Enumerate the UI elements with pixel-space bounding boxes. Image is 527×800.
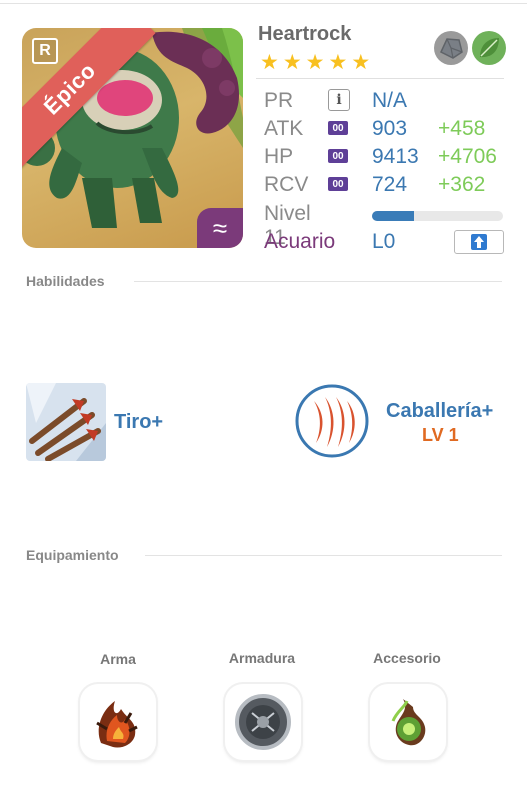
- arrow-up-icon: [471, 234, 487, 250]
- accessory-slot[interactable]: [370, 684, 446, 760]
- stat-value: N/A: [372, 89, 408, 112]
- hero-name: Heartrock: [258, 23, 352, 45]
- passive-skill-level: LV 1: [422, 425, 459, 445]
- active-skill-icon[interactable]: [26, 383, 106, 461]
- arrows-icon: [26, 383, 106, 461]
- armor-slot[interactable]: [225, 684, 301, 760]
- rank-badge-icon: R: [32, 38, 58, 64]
- passive-skill-icon[interactable]: [294, 383, 370, 459]
- weapon-slot[interactable]: [80, 684, 156, 760]
- stone-element-icon: [434, 31, 468, 65]
- zodiac-label: Acuario: [264, 230, 336, 253]
- stat-tag: 00: [328, 121, 348, 135]
- stat-value: 724: [372, 173, 408, 196]
- passive-skill-name[interactable]: Caballería+: [386, 400, 493, 423]
- stat-label: PR: [264, 89, 294, 112]
- stat-tag: 00: [328, 149, 348, 163]
- star-icon: ★: [260, 51, 279, 74]
- star-icon: ★: [351, 51, 371, 74]
- equip-label-armor: Armadura: [228, 650, 296, 666]
- zodiac-value: L0: [372, 230, 396, 253]
- equipment-section-title: Equipamiento: [26, 547, 119, 563]
- equip-label-accessory: Accesorio: [373, 650, 441, 666]
- skills-section-title: Habilidades: [26, 273, 105, 289]
- star-icon: ★: [305, 51, 325, 74]
- stat-value: 9413: [372, 145, 419, 168]
- stat-label: ATK: [264, 117, 304, 140]
- stat-bonus: +458: [438, 117, 486, 140]
- stat-bonus: +4706: [438, 145, 497, 168]
- header-divider: [256, 78, 504, 79]
- stat-label: HP: [264, 145, 294, 168]
- stat-value: 903: [372, 117, 408, 140]
- leaf-orb-icon: [391, 699, 426, 746]
- level-progress-bar: [372, 211, 503, 221]
- active-skill-name[interactable]: Tiro+: [114, 411, 163, 434]
- shield-icon: [235, 694, 291, 750]
- upgrade-button[interactable]: [454, 230, 504, 254]
- fire-claw-icon: [96, 701, 138, 748]
- hero-portrait[interactable]: Épico R ≈: [22, 28, 243, 248]
- stat-bonus: +362: [438, 173, 486, 196]
- star-rating: ★ ★ ★ ★ ★: [260, 52, 370, 73]
- element-icons: [433, 30, 507, 66]
- skills-divider: [134, 281, 502, 282]
- leaf-element-icon: [472, 31, 506, 65]
- stat-tag: 00: [328, 177, 348, 191]
- waves-icon: ≈: [197, 208, 243, 248]
- stat-label: RCV: [264, 173, 309, 196]
- info-icon[interactable]: i: [328, 89, 350, 111]
- top-divider: [0, 3, 527, 4]
- star-icon: ★: [328, 51, 348, 74]
- equipment-divider: [145, 555, 502, 556]
- claw-marks-icon: [295, 384, 369, 458]
- star-icon: ★: [282, 51, 302, 74]
- equip-label-weapon: Arma: [100, 651, 136, 667]
- level-progress-fill: [372, 211, 414, 221]
